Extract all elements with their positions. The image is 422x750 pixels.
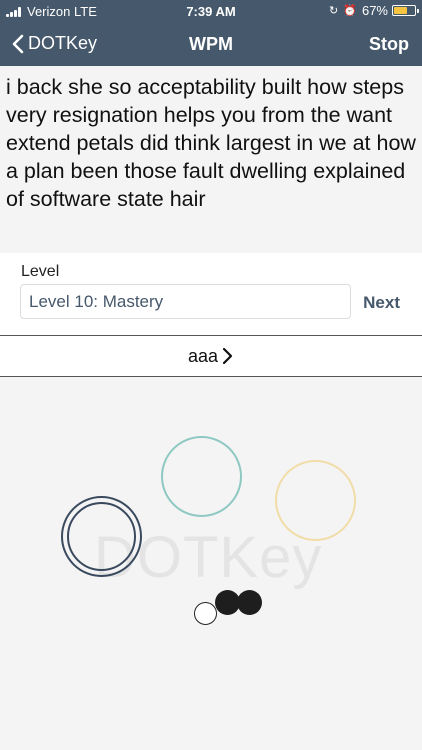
level-panel: Level Level 10: Mastery Next <box>0 253 422 335</box>
level-select-field[interactable]: Level 10: Mastery <box>20 284 351 319</box>
navigation-bar: DOTKey WPM Stop <box>0 22 422 66</box>
filled-dot <box>237 590 262 615</box>
alarm-icon: ⏰ <box>343 5 357 17</box>
layout-selector[interactable]: aaa <box>0 335 422 377</box>
dark-target-inner-ring <box>67 502 136 571</box>
chevron-right-icon <box>222 347 233 365</box>
back-button[interactable]: DOTKey <box>12 33 97 54</box>
next-button[interactable]: Next <box>363 293 400 313</box>
teal-target-ring[interactable] <box>161 436 242 517</box>
open-dot <box>194 602 217 625</box>
stop-button[interactable]: Stop <box>369 34 409 55</box>
yellow-target-ring[interactable] <box>275 460 356 541</box>
battery-fill <box>394 7 408 14</box>
back-label: DOTKey <box>28 33 98 53</box>
battery-percent: 67% <box>361 3 388 18</box>
status-bar: Verizon LTE 7:39 AM ↻ ⏰ 67% <box>0 0 422 22</box>
layout-label: aaa <box>187 345 219 366</box>
level-label: Level <box>21 263 60 280</box>
prompt-text: i back she so acceptability built how st… <box>0 66 422 253</box>
dot-input-area[interactable]: DOTKey <box>0 378 422 750</box>
lock-rotation-icon: ↻ <box>329 5 339 17</box>
status-right: ↻ ⏰ 67% <box>329 3 419 18</box>
battery-icon <box>392 5 419 16</box>
chevron-left-icon <box>12 34 24 53</box>
